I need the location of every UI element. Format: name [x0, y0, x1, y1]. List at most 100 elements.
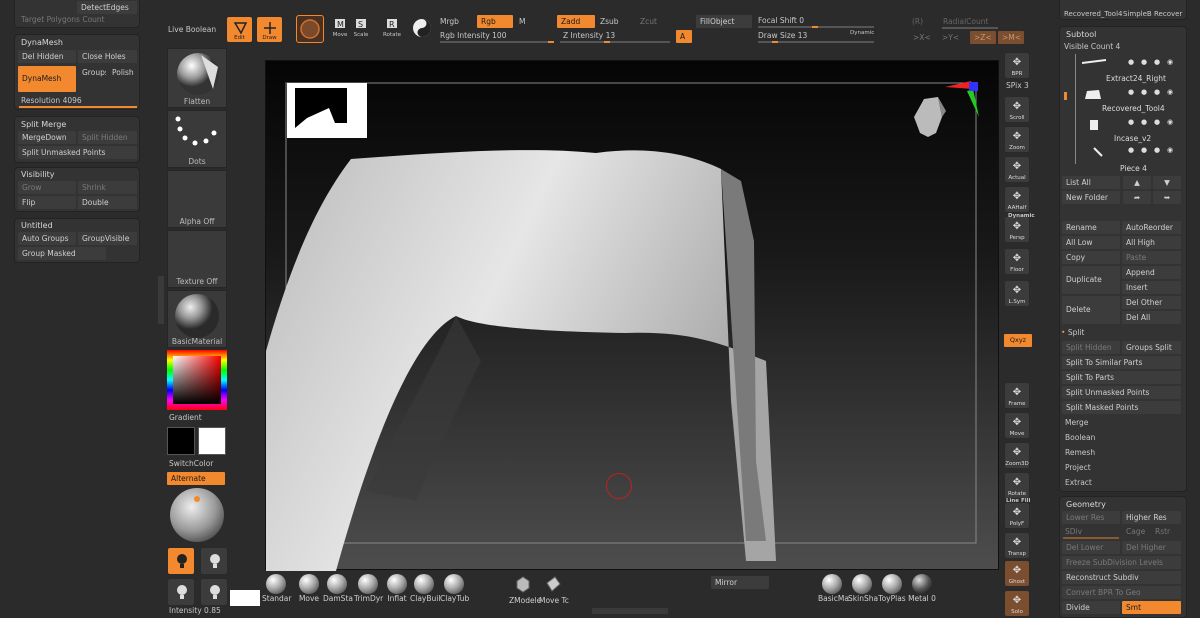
z-intensity-slider[interactable] [560, 41, 670, 43]
higher-res-button[interactable]: Higher Res [1122, 511, 1181, 524]
del-lower-button[interactable]: Del Lower [1062, 541, 1120, 554]
color-picker[interactable] [167, 350, 227, 410]
eye-icon[interactable]: ◉ [1167, 146, 1173, 154]
toggle-icon[interactable]: ● [1141, 118, 1147, 126]
shelf-l-sym-button[interactable]: ✥ L.Sym [1004, 280, 1030, 307]
extract-section[interactable]: Extract [1065, 478, 1092, 487]
group-visible-button[interactable]: GroupVisible [78, 232, 137, 245]
insert-button[interactable]: Insert [1122, 281, 1181, 294]
all-low-button[interactable]: All Low [1062, 236, 1120, 249]
zsub-button[interactable]: Zsub [600, 17, 619, 26]
move-topo-brush[interactable]: Move Tc [539, 574, 569, 605]
zcut-button[interactable]: Zcut [640, 17, 657, 26]
material-toyplas[interactable]: ToyPlas [878, 574, 906, 603]
cage-button[interactable]: Cage [1126, 527, 1145, 536]
detect-edges-button[interactable]: DetectEdges [77, 1, 137, 14]
smt-button[interactable]: Smt [1122, 601, 1181, 614]
split-unmasked-sub-button[interactable]: Split Unmasked Points [1062, 386, 1181, 399]
resolution-slider[interactable] [19, 106, 137, 108]
toggle-icon[interactable]: ● [1128, 58, 1134, 66]
persp-dynamic-label[interactable]: Dynamic [1008, 213, 1035, 219]
dynamic-label[interactable]: Dynamic [850, 30, 874, 36]
rgb-intensity-label[interactable]: Rgb Intensity 100 [440, 31, 506, 40]
sdiv-slider[interactable] [1063, 537, 1119, 539]
list-all-button[interactable]: List All [1062, 176, 1120, 189]
double-button[interactable]: Double [78, 196, 137, 209]
del-other-button[interactable]: Del Other [1122, 296, 1181, 309]
shelf-move-button[interactable]: ✥ Move [1004, 412, 1030, 439]
eye-icon[interactable]: ◉ [1167, 118, 1173, 126]
zadd-button[interactable]: Zadd [557, 15, 595, 28]
group-masked-button[interactable]: Group Masked [18, 247, 106, 260]
auto-groups-button[interactable]: Auto Groups [18, 232, 76, 245]
split-section-label[interactable]: • Split [1061, 328, 1084, 337]
split-similar-button[interactable]: Split To Similar Parts [1062, 356, 1181, 369]
project-section[interactable]: Project [1065, 463, 1091, 472]
toggle-icon[interactable]: ● [1154, 146, 1160, 154]
append-button[interactable]: Append [1122, 266, 1181, 279]
brush-move[interactable]: Move [295, 574, 323, 603]
move-up-button[interactable]: ▲ [1123, 176, 1151, 189]
light-button-1[interactable] [167, 547, 195, 575]
brush-damsta[interactable]: DamSta [323, 574, 353, 603]
shrink-button[interactable]: Shrink [78, 181, 137, 194]
y-sym-button[interactable]: >Y< [942, 33, 959, 42]
zmodeler-brush[interactable]: ZModele [509, 574, 541, 605]
brush-claytub[interactable]: ClayTub [440, 574, 469, 603]
scale-button[interactable]: S Scale [352, 18, 370, 38]
shelf-floor-button[interactable]: ✥ Floor [1004, 248, 1030, 275]
rgb-button[interactable]: Rgb [477, 15, 513, 28]
radial-count-label[interactable]: RadialCount [943, 17, 988, 26]
simpleb-tool[interactable]: SimpleB [1123, 10, 1152, 18]
draw-size-slider[interactable] [758, 41, 874, 43]
mrgb-button[interactable]: Mrgb [440, 17, 459, 26]
draw-button[interactable]: Draw [256, 16, 283, 43]
toggle-icon[interactable]: ● [1154, 118, 1160, 126]
material-mode-icon[interactable] [412, 18, 432, 38]
brush-standar[interactable]: Standar [262, 574, 292, 603]
del-higher-button[interactable]: Del Higher [1122, 541, 1181, 554]
primary-color-swatch[interactable] [167, 427, 195, 455]
toggle-icon[interactable]: ● [1141, 88, 1147, 96]
switch-color-label[interactable]: SwitchColor [169, 459, 213, 468]
merge-down-button[interactable]: MergeDown [18, 131, 76, 144]
stroke-tile-dots[interactable]: Dots [167, 110, 227, 168]
alpha-tile[interactable]: Alpha Off [167, 170, 227, 228]
polish-button[interactable]: Polish [108, 66, 137, 79]
del-all-button[interactable]: Del All [1122, 311, 1181, 324]
copy-button[interactable]: Copy [1062, 251, 1120, 264]
texture-tile[interactable]: Texture Off [167, 230, 227, 288]
freeze-subdiv-button[interactable]: Freeze SubDivision Levels [1062, 556, 1181, 569]
auto-reorder-button[interactable]: AutoReorder [1122, 221, 1181, 234]
rgb-intensity-slider[interactable] [440, 41, 554, 43]
shelf-zoom-button[interactable]: ✥ Zoom [1004, 126, 1030, 153]
m-sym-button[interactable]: >M< [998, 31, 1024, 44]
axis-gizmo-icon[interactable] [941, 79, 981, 119]
line-fill-label[interactable]: Line Fill [1006, 498, 1030, 504]
toggle-icon[interactable]: ● [1128, 118, 1134, 126]
spix-label[interactable]: SPix 3 [1006, 81, 1029, 90]
shelf-scroll-button[interactable]: ✥ Scroll [1004, 96, 1030, 123]
edit-button[interactable]: Edit [226, 16, 253, 43]
split-parts-button[interactable]: Split To Parts [1062, 371, 1181, 384]
x-sym-button[interactable]: >X< [913, 33, 931, 42]
shelf-ghost-button[interactable]: ✥ Ghost [1004, 560, 1030, 587]
rename-button[interactable]: Rename [1062, 221, 1120, 234]
lower-res-button[interactable]: Lower Res [1062, 511, 1120, 524]
divide-button[interactable]: Divide [1062, 601, 1120, 614]
shelf-actual-button[interactable]: ✥ Actual [1004, 156, 1030, 183]
a-button[interactable]: A [676, 30, 692, 43]
toggle-icon[interactable]: ● [1141, 58, 1147, 66]
split-hidden-sub-button[interactable]: Split Hidden [1062, 341, 1120, 354]
focal-shift-label[interactable]: Focal Shift 0 [758, 16, 804, 25]
toggle-icon[interactable]: ● [1128, 146, 1134, 154]
shelf-zoom3d-button[interactable]: ✥ Zoom3D [1004, 442, 1030, 469]
live-boolean-label[interactable]: Live Boolean [168, 25, 216, 34]
reconstruct-subdiv-button[interactable]: Reconstruct Subdiv [1062, 571, 1181, 584]
radial-r-label[interactable]: (R) [912, 17, 923, 26]
z-sym-button[interactable]: >Z< [970, 31, 996, 44]
material-skinsha[interactable]: SkinSha [848, 574, 878, 603]
merge-section[interactable]: Merge [1065, 418, 1088, 427]
z-intensity-label[interactable]: Z Intensity 13 [563, 31, 615, 40]
m-button[interactable]: M [519, 17, 525, 26]
